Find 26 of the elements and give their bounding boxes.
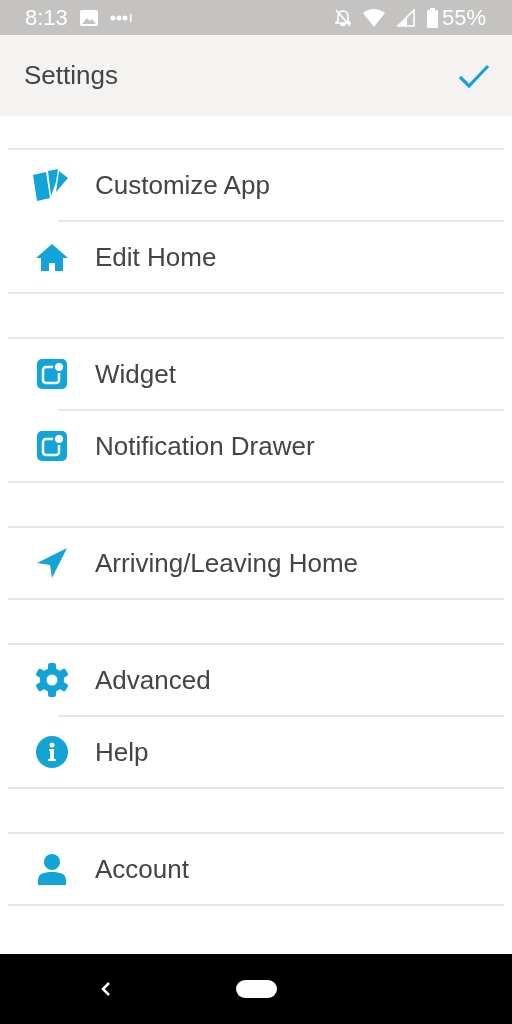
info-icon [35, 735, 69, 769]
battery-icon [426, 7, 438, 28]
signal-icon [396, 8, 415, 27]
screen-title: Settings [24, 60, 119, 91]
battery-percentage: 55% [441, 4, 486, 31]
home-icon [35, 243, 69, 271]
navigation-arrow-icon [36, 547, 68, 579]
more-icon [109, 13, 132, 22]
person-icon [38, 853, 66, 885]
wifi-icon [362, 8, 385, 27]
back-button[interactable] [100, 981, 112, 997]
settings-item[interactable]: Arriving/Leaving Home [8, 528, 504, 598]
settings-icon [34, 662, 70, 698]
muted-bell-icon [334, 8, 351, 27]
image-icon [79, 9, 98, 26]
settings-item[interactable]: Customize App [8, 150, 504, 220]
settings-item[interactable]: Edit Home [8, 222, 504, 292]
settings-item[interactable]: Help [8, 717, 504, 787]
home-button[interactable] [235, 980, 277, 998]
settings-item[interactable]: Widget [8, 339, 504, 409]
settings-item[interactable]: Advanced [8, 645, 504, 715]
settings-item[interactable]: Account [8, 834, 504, 904]
widget-icon [37, 359, 67, 389]
settings-item[interactable]: Notification Drawer [8, 411, 504, 481]
clock-time: 8:13 [25, 4, 68, 31]
widget-icon [37, 431, 67, 461]
